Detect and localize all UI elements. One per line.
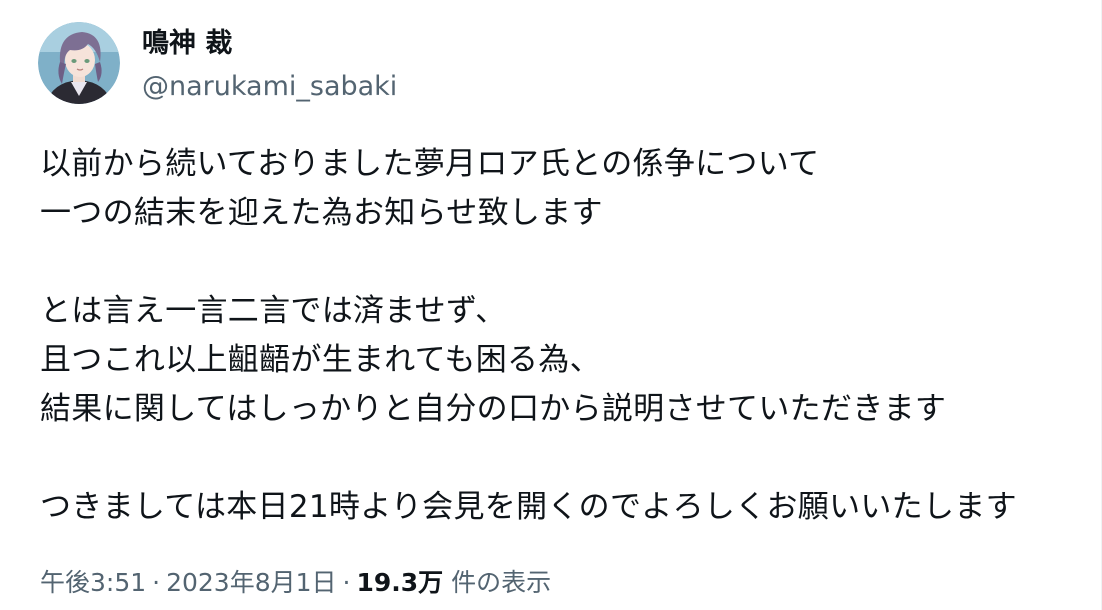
author-handle[interactable]: @narukami_sabaki	[142, 70, 397, 104]
tweet-paragraph: つきましては本日21時より会見を開くのでよろしくお願いいたします	[40, 483, 1092, 532]
separator: ·	[342, 568, 351, 597]
views-label: 件の表示	[451, 568, 552, 597]
tweet-meta: 午後3:51 · 2023年8月1日 · 19.3万 件の表示	[40, 563, 551, 603]
avatar-image-icon	[38, 22, 120, 104]
tweet-header: 鳴神 裁 @narukami_sabaki	[38, 22, 397, 104]
tweet-line: 以前から続いておりました夢月ロア氏との係争について	[40, 146, 820, 182]
tweet-line: とは言え一言二言では済ませず、	[40, 293, 507, 329]
tweet-line: 結果に関してはしっかりと自分の口から説明させていただきます	[40, 391, 947, 427]
tweet-paragraph: 以前から続いておりました夢月ロア氏との係争について 一つの結末を迎えた為お知らせ…	[40, 140, 1092, 238]
author-avatar[interactable]	[38, 22, 120, 104]
tweet-date: 2023年8月1日	[166, 568, 337, 597]
views-count: 19.3万	[356, 568, 444, 597]
separator: ·	[152, 568, 161, 597]
tweet-paragraph: とは言え一言二言では済ませず、 且つこれ以上齟齬が生まれても困る為、 結果に関し…	[40, 287, 1092, 434]
tweet-line: つきましては本日21時より会見を開くのでよろしくお願いいたします	[40, 489, 1017, 525]
tweet-line: 且つこれ以上齟齬が生まれても困る為、	[40, 342, 601, 378]
tweet-line: 一つの結末を迎えた為お知らせ致します	[40, 195, 603, 231]
tweet-time-link[interactable]: 午後3:51 · 2023年8月1日	[40, 568, 337, 597]
author-display-name[interactable]: 鳴神 裁	[142, 28, 397, 60]
author-names: 鳴神 裁 @narukami_sabaki	[142, 22, 397, 104]
tweet-time: 午後3:51	[40, 568, 147, 597]
tweet-text: 以前から続いておりました夢月ロア氏との係争について 一つの結末を迎えた為お知らせ…	[40, 140, 1092, 581]
